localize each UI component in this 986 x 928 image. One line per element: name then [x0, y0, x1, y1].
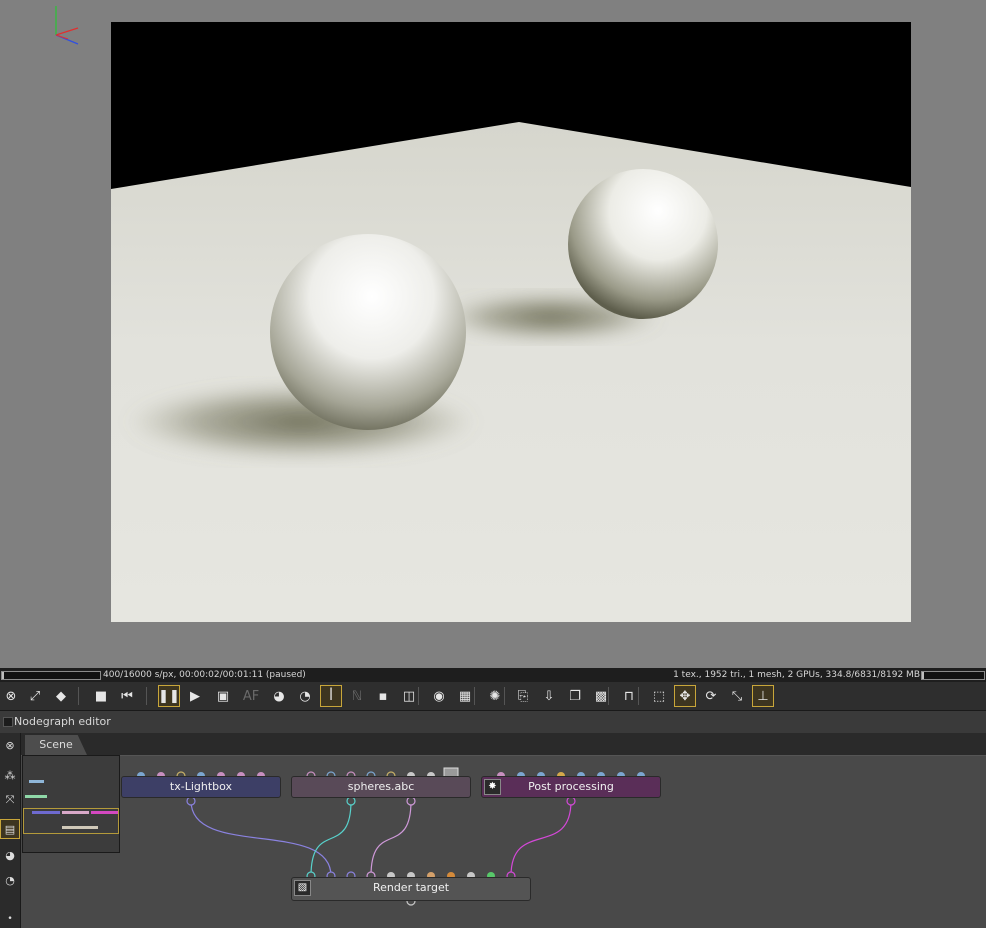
fit-view-icon[interactable]: ⤢: [24, 685, 46, 707]
axis-gizmo-icon: [55, 6, 79, 45]
display-icon[interactable]: ▣: [212, 685, 234, 707]
save-icon[interactable]: ⇩: [538, 685, 560, 707]
panel-toggle[interactable]: [3, 717, 13, 727]
node-pin[interactable]: [346, 796, 356, 806]
nodes-color-icon[interactable]: ◕: [0, 845, 20, 865]
nodegraph-panel-header: Nodegraph editor: [0, 711, 986, 733]
reset-camera-icon[interactable]: ⊗: [0, 685, 22, 707]
toolbar-separator: [146, 687, 147, 705]
node-connection-wire[interactable]: [310, 800, 352, 877]
minimap-view-frame[interactable]: [23, 808, 119, 834]
toolbar-separator: [418, 687, 419, 705]
render-status-bar: 400/16000 s/px, 00:00:02/00:01:11 (pause…: [0, 668, 986, 682]
node-label: Post processing: [528, 780, 614, 793]
material-ball-icon[interactable]: ◔: [0, 870, 20, 890]
nf-icon[interactable]: ℕ: [346, 685, 368, 707]
node-pin[interactable]: [566, 796, 576, 806]
node-label: spheres.abc: [347, 780, 415, 793]
pause-render-icon[interactable]: ❚❚: [158, 685, 180, 707]
nodegraph-side-toolbar: ⊗ ⁂ ⤧ ▤ ◕ ◔ •: [0, 733, 21, 928]
axis-icon[interactable]: ⊥: [752, 685, 774, 707]
node-spheres-abc[interactable]: spheres.abc: [291, 776, 471, 798]
node-label: tx-Lightbox: [169, 780, 233, 793]
panel-title: Nodegraph editor: [14, 715, 111, 728]
minimap-node: [29, 780, 44, 783]
toolbar-separator: [474, 687, 475, 705]
node-post-processing[interactable]: ✸ Post processing: [481, 776, 661, 798]
render-target-icon: ▧: [294, 880, 311, 896]
camera-settings-icon[interactable]: ◉: [428, 685, 450, 707]
post-processing-icon: ✸: [484, 779, 501, 795]
nodegraph-canvas[interactable]: tx-Lightbox spheres.abc ✸ Post processin…: [21, 756, 986, 928]
stop-render-icon[interactable]: ■: [90, 685, 112, 707]
minimap-icon[interactable]: ▤: [0, 819, 20, 839]
memory-usage-bar: [921, 671, 985, 680]
toolbar-separator: [638, 687, 639, 705]
af-icon[interactable]: AF: [240, 685, 262, 707]
rendered-image[interactable]: [111, 22, 911, 622]
node-connection-wire[interactable]: [510, 800, 572, 877]
object-picker-icon[interactable]: ꟾ: [320, 685, 342, 707]
progress-spinner-icon[interactable]: ✺: [484, 685, 506, 707]
toolbar-separator: [78, 687, 79, 705]
scene-stats-text: 1 tex., 1952 tri., 1 mesh, 2 GPUs, 334.8…: [673, 670, 920, 680]
toolbar-separator: [504, 687, 505, 705]
minimap-node: [25, 795, 47, 798]
render-progress-bar: [1, 671, 101, 680]
restart-render-icon[interactable]: ⏮: [116, 685, 138, 707]
start-render-icon[interactable]: ▶: [184, 685, 206, 707]
move-icon[interactable]: ✥: [674, 685, 696, 707]
box-icon[interactable]: ⬚: [648, 685, 670, 707]
toolbar-separator: [608, 687, 609, 705]
render-viewport[interactable]: [0, 0, 986, 668]
node-render-target[interactable]: ▧ Render target: [291, 877, 531, 901]
arrange-nodes-icon[interactable]: ⁂: [0, 765, 20, 785]
lock-icon[interactable]: ⊓: [618, 685, 640, 707]
node-tx-lightbox[interactable]: tx-Lightbox: [121, 776, 281, 798]
expand-icon[interactable]: ⤡: [726, 685, 748, 707]
cube-color-icon[interactable]: ◆: [50, 685, 72, 707]
node-connection-wire[interactable]: [370, 800, 412, 877]
reset-graph-icon[interactable]: ⊗: [0, 735, 20, 755]
nodegraph-tab-strip: Scene: [21, 733, 986, 756]
node-pin[interactable]: [186, 796, 196, 806]
node-pin[interactable]: [406, 796, 416, 806]
background-icon[interactable]: ▦: [454, 685, 476, 707]
rotate-icon[interactable]: ⟳: [700, 685, 722, 707]
tab-scene[interactable]: Scene: [25, 735, 87, 755]
layers-icon[interactable]: ❐: [564, 685, 586, 707]
render-status-text: 400/16000 s/px, 00:00:02/00:01:11 (pause…: [103, 670, 306, 680]
node-connection-wire[interactable]: [190, 800, 332, 877]
focus-icon[interactable]: ◫: [398, 685, 420, 707]
region-icon[interactable]: ▪: [372, 685, 394, 707]
node-label: Render target: [372, 881, 450, 894]
color-picker-icon[interactable]: ◕: [268, 685, 290, 707]
small-dot-icon[interactable]: •: [0, 913, 20, 925]
fit-nodes-icon[interactable]: ⤧: [0, 790, 20, 810]
copy-icon[interactable]: ⎘: [512, 685, 534, 707]
nodegraph-minimap[interactable]: [22, 755, 120, 853]
render-toolbar: ⊗ ⤢ ◆ ■ ⏮ ❚❚ ▶ ▣ AF ◕ ◔ ꟾ ℕ ▪ ◫ ◉ ▦ ✺ ⎘ ⇩ ❐ ▩ ⊓ ⬚ ✥ ⟳ ⤡ ⊥: [0, 682, 986, 711]
material-picker-icon[interactable]: ◔: [294, 685, 316, 707]
